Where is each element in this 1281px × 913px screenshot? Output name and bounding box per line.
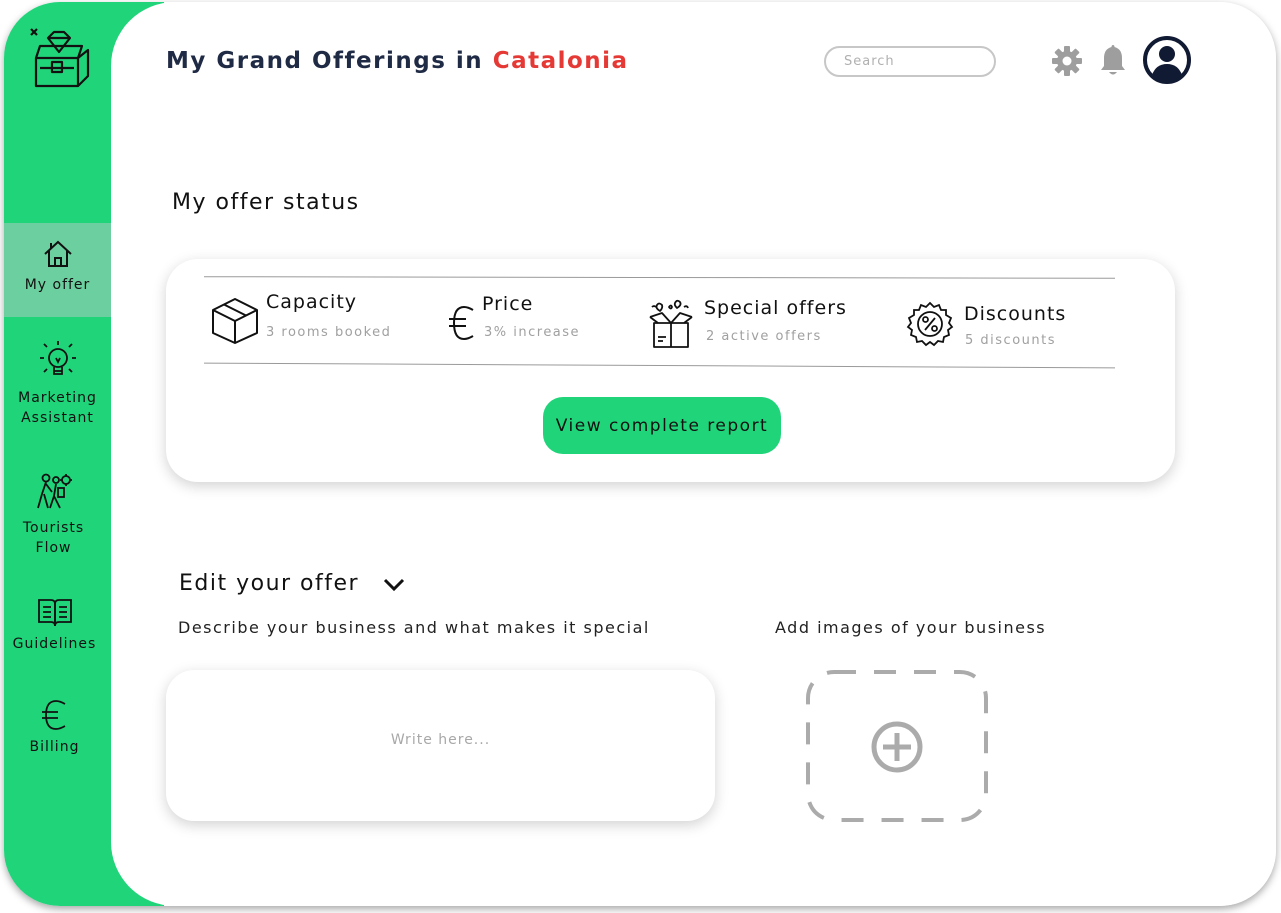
euro-icon — [449, 305, 474, 341]
edit-section-label: Edit your offer — [179, 571, 360, 596]
status-card: Capacity 3 rooms booked Price 3% increas… — [166, 259, 1175, 482]
sidebar-item-label: Billing — [29, 739, 80, 755]
sidebar-item-guidelines[interactable]: Guidelines — [4, 596, 108, 654]
stat-label: Special offers — [704, 297, 847, 319]
percent-badge-icon — [906, 301, 954, 347]
status-section-title: My offer status — [172, 190, 360, 215]
description-textarea[interactable] — [166, 670, 715, 821]
sidebar-item-my-offer[interactable]: My offer — [4, 223, 111, 317]
sidebar-item-tourists-flow[interactable]: Tourists Flow — [4, 472, 107, 558]
sidebar-item-label: Tourists — [22, 520, 85, 536]
add-icon — [871, 721, 923, 773]
sidebar-item-label: Flow — [35, 540, 72, 556]
page-title: My Grand Offerings in Catalonia — [166, 48, 629, 74]
chevron-down-icon[interactable] — [382, 576, 406, 592]
stat-value: 5 discounts — [965, 333, 1056, 348]
gear-icon[interactable] — [1050, 44, 1084, 78]
divider — [203, 276, 1116, 279]
avatar[interactable] — [1142, 35, 1192, 85]
book-icon — [37, 599, 72, 627]
divider — [204, 362, 1115, 369]
euro-icon — [41, 700, 65, 730]
app-window: My offer Marketing Assistant Tourists Fl… — [4, 2, 1276, 906]
stat-label: Price — [482, 293, 534, 315]
bell-icon[interactable] — [1098, 42, 1128, 78]
stat-value: 3 rooms booked — [266, 325, 392, 340]
gift-box-icon — [649, 299, 693, 348]
sidebar-item-label: My offer — [24, 277, 91, 293]
images-label: Add images of your business — [775, 618, 1047, 637]
sidebar-item-label: Assistant — [21, 410, 94, 426]
tourists-icon — [36, 473, 72, 509]
description-box — [166, 670, 715, 821]
stat-label: Capacity — [266, 291, 358, 313]
edit-section-title[interactable]: Edit your offer — [179, 571, 406, 596]
treasure-chest-icon — [30, 28, 90, 88]
lightbulb-icon — [39, 341, 76, 375]
title-region: Catalonia — [492, 48, 629, 74]
sidebar-item-label: Guidelines — [12, 636, 97, 652]
stat-value: 3% increase — [484, 325, 581, 340]
search-input[interactable] — [824, 46, 996, 77]
image-upload-dropzone[interactable] — [806, 670, 988, 822]
view-report-button[interactable]: View complete report — [543, 397, 781, 454]
title-prefix: My Grand Offerings in — [166, 48, 484, 74]
sidebar-item-billing[interactable]: Billing — [4, 699, 108, 757]
box-icon — [212, 298, 258, 344]
home-icon — [43, 240, 72, 267]
describe-label: Describe your business and what makes it… — [178, 618, 650, 637]
stat-label: Discounts — [964, 303, 1067, 325]
stat-value: 2 active offers — [706, 329, 822, 344]
sidebar-item-label: Marketing — [18, 390, 97, 406]
sidebar-item-marketing-assistant[interactable]: Marketing Assistant — [4, 338, 111, 428]
